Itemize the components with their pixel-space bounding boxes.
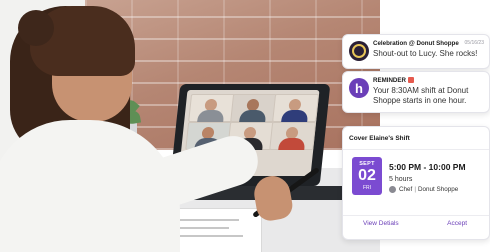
notification-title-text: REMINDER	[373, 77, 407, 84]
shift-location: Donut Shoppe	[417, 186, 459, 193]
shift-role: Chef	[399, 186, 413, 193]
accept-button[interactable]: Accept	[447, 220, 467, 227]
separator: |	[414, 186, 416, 193]
video-tile	[272, 94, 320, 122]
shift-role-location: Chef | Donut Shoppe	[389, 186, 458, 193]
notification-celebration[interactable]: Celebration @ Donut Shoppe 05/16/23 Shou…	[342, 34, 490, 69]
video-tile	[230, 94, 278, 122]
notification-reminder[interactable]: h REMINDER Your 8:30AM shift at Donut Sh…	[342, 71, 490, 113]
divider	[343, 149, 489, 150]
shift-date-badge: SEPT 02 FRI	[352, 157, 382, 195]
notification-time: 05/16/23	[464, 40, 484, 46]
divider	[343, 215, 489, 216]
video-tile	[269, 122, 317, 150]
shift-actions: View Detials Accept	[343, 215, 489, 237]
avatar-letter: h	[355, 80, 363, 96]
background-photo	[0, 0, 380, 252]
shift-hours: 5 hours	[389, 176, 413, 183]
notification-title: Celebration @ Donut Shoppe	[373, 40, 459, 47]
avatar-h-icon: h	[349, 78, 369, 98]
shift-weekday: FRI	[362, 185, 372, 191]
person-hair-bun	[18, 10, 54, 46]
person-icon	[389, 186, 396, 193]
video-tile	[188, 94, 236, 122]
donut-shoppe-logo-icon	[349, 41, 369, 61]
notification-message: Your 8:30AM shift at Donut Shoppe starts…	[373, 86, 469, 105]
calendar-icon	[408, 77, 415, 84]
notification-message: Shout-out to Lucy. She rocks!	[373, 49, 478, 58]
shift-time-range: 5:00 PM - 10:00 PM	[389, 162, 466, 172]
notification-title: REMINDER	[373, 77, 415, 84]
shift-card-title: Cover Elaine's Shift	[349, 135, 410, 142]
shift-day: 02	[358, 167, 376, 184]
shift-cover-card: Cover Elaine's Shift SEPT 02 FRI 5:00 PM…	[342, 126, 490, 240]
view-details-button[interactable]: View Detials	[363, 220, 399, 227]
